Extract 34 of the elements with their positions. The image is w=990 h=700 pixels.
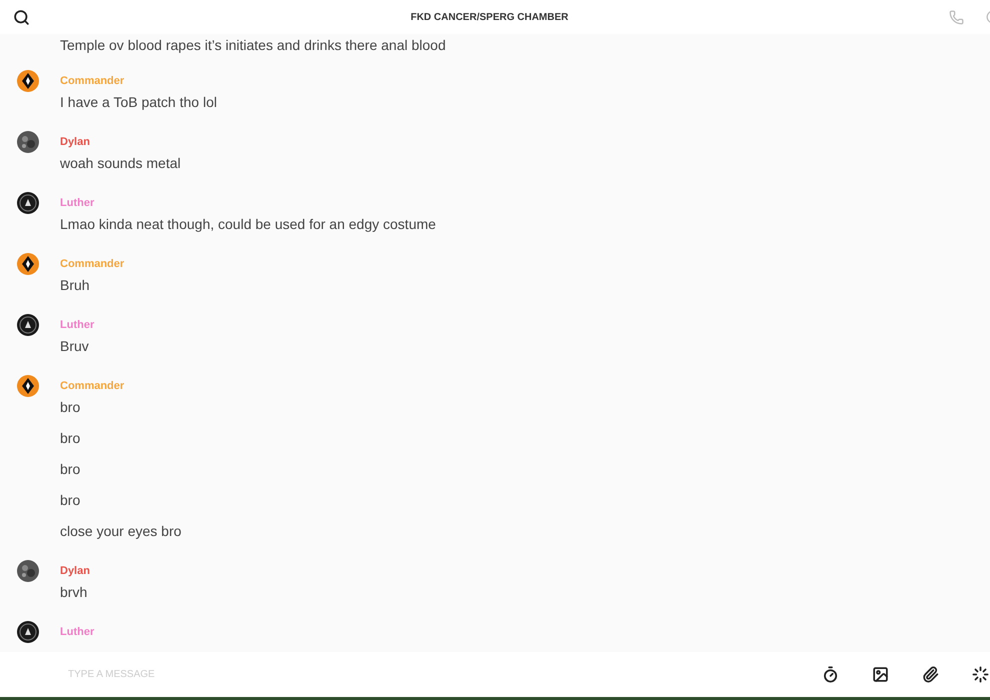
- avatar-icon: [17, 70, 39, 92]
- avatar-icon: [17, 375, 39, 397]
- author-name: Commander: [60, 257, 124, 272]
- loader-icon[interactable]: [972, 666, 989, 683]
- message-text: bro: [60, 429, 82, 448]
- avatar-icon: [17, 253, 39, 275]
- avatar-icon: [17, 560, 39, 582]
- avatar-icon: [17, 131, 39, 153]
- timer-icon[interactable]: [822, 666, 839, 683]
- author-name: Dylan: [60, 564, 90, 579]
- author-name: Commander: [60, 74, 126, 89]
- author-name: Luther: [60, 625, 94, 640]
- message-text: Bruh: [60, 276, 91, 295]
- message-text: Temple ov blood rapes it’s initiates and drinks there anal blood: [60, 36, 446, 55]
- author-name: Luther: [60, 196, 96, 211]
- avatar-icon: [17, 192, 39, 214]
- paperclip-icon[interactable]: [922, 666, 939, 683]
- message-text: bro: [60, 460, 82, 479]
- message-text: woah sounds metal: [60, 154, 181, 173]
- message-text: Bruv: [60, 337, 90, 356]
- message-text: close your eyes bro: [60, 522, 182, 541]
- chat-title: FKD CANCER/SPERG CHAMBER: [410, 10, 568, 24]
- author-name: Luther: [60, 318, 94, 333]
- message-text: bro: [60, 398, 82, 417]
- avatar-icon: [17, 621, 39, 643]
- message-text: I have a ToB patch tho lol: [60, 93, 217, 112]
- author-name: Commander: [60, 379, 126, 394]
- message-text: bro: [60, 491, 82, 510]
- author-name: Dylan: [60, 135, 91, 150]
- avatar-icon: [17, 314, 39, 336]
- message-text: Lmao kinda neat though, could be used for an edgy costume: [60, 215, 436, 234]
- search-icon[interactable]: [13, 8, 30, 26]
- message-text: brvh: [60, 583, 88, 602]
- image-icon[interactable]: [872, 666, 889, 683]
